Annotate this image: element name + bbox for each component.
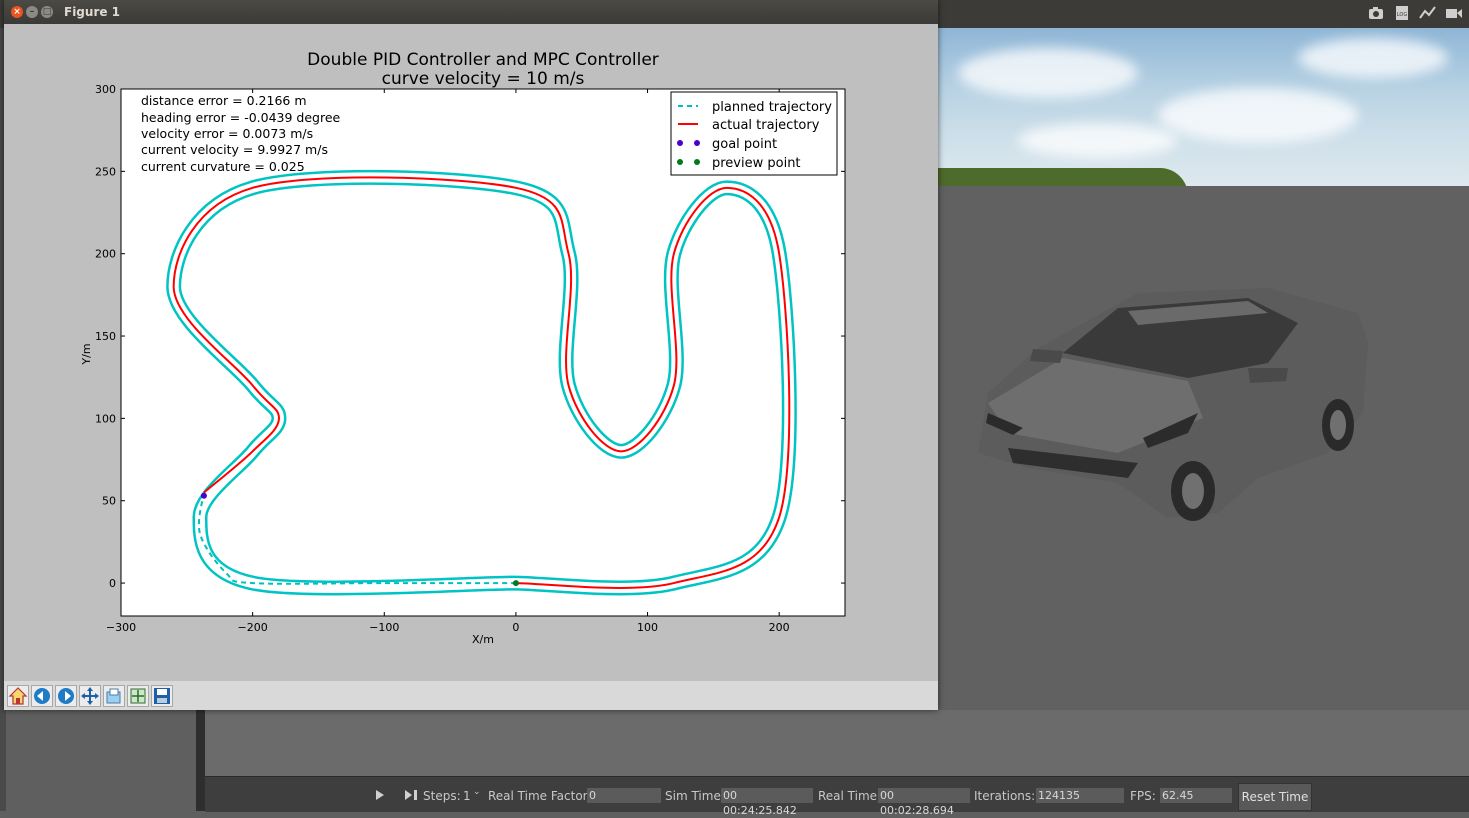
car-model[interactable]	[968, 253, 1378, 523]
x-tick-label: 100	[637, 621, 658, 634]
goal-point-marker	[200, 492, 207, 499]
iterations-label: Iterations:	[974, 789, 1036, 803]
y-axis-label: Y/m	[80, 343, 93, 365]
minimize-icon[interactable]: –	[26, 6, 38, 18]
legend-goal-label: goal point	[712, 137, 777, 152]
distance-error-text: distance error = 0.2166 m	[141, 93, 307, 108]
legend-actual-label: actual trajectory	[712, 118, 820, 133]
sim-time-label: Sim Time:	[665, 789, 725, 803]
steps-value[interactable]: 1	[463, 789, 471, 803]
play-icon[interactable]	[375, 789, 385, 804]
velocity-error-text: velocity error = 0.0073 m/s	[141, 126, 313, 141]
reset-time-button[interactable]: Reset Time	[1238, 783, 1312, 811]
x-tick-label: 0	[512, 621, 519, 634]
legend-goal-dot-2	[694, 140, 700, 146]
close-icon[interactable]: ×	[11, 6, 23, 18]
real-time-field: 00 00:02:28.694	[878, 788, 970, 817]
legend-planned-label: planned trajectory	[712, 100, 832, 115]
legend-preview-label: preview point	[712, 156, 801, 171]
y-tick-label: 100	[95, 412, 116, 425]
pan-icon[interactable]	[79, 685, 101, 707]
legend-preview-dot-1	[677, 159, 683, 165]
y-tick-label: 0	[109, 577, 116, 590]
fps-field: 62.45	[1160, 788, 1232, 803]
maximize-icon[interactable]: □	[41, 6, 53, 18]
y-tick-label: 200	[95, 248, 116, 261]
rtf-field: 0	[587, 788, 661, 803]
y-tick-label: 50	[102, 495, 116, 508]
window-title: Figure 1	[64, 5, 121, 19]
home-icon[interactable]	[7, 685, 29, 707]
steps-label: Steps:	[423, 789, 461, 803]
current-curvature-text: current curvature = 0.025	[141, 159, 305, 174]
rtf-label: Real Time Factor:	[488, 789, 592, 803]
svg-text:LOG: LOG	[1397, 12, 1408, 18]
fps-label: FPS:	[1130, 789, 1156, 803]
plot-canvas[interactable]: Double PID Controller and MPC Controller…	[4, 24, 938, 681]
plot-title-line2: curve velocity = 10 m/s	[382, 69, 585, 89]
configure-subplots-icon[interactable]	[127, 685, 149, 707]
iterations-field: 124135	[1036, 788, 1124, 803]
x-tick-label: −100	[369, 621, 399, 634]
gazebo-viewport-lower	[205, 710, 1469, 776]
log-icon[interactable]: LOG	[1393, 4, 1411, 22]
camera-icon[interactable]	[1367, 4, 1385, 22]
y-tick-label: 250	[95, 165, 116, 178]
current-velocity-text: current velocity = 9.9927 m/s	[141, 142, 328, 157]
real-time-label: Real Time:	[818, 789, 882, 803]
legend: planned trajectory actual trajectory goa…	[670, 91, 838, 176]
y-tick-label: 300	[95, 83, 116, 96]
y-tick-label: 150	[95, 330, 116, 343]
x-axis-label: X/m	[472, 633, 494, 646]
figure-window: × – □ Figure 1 Double PID Controller and…	[4, 0, 938, 710]
sim-time-field: 00 00:24:25.842	[721, 788, 813, 817]
gazebo-toolbar: LOG	[1367, 4, 1463, 22]
gazebo-status-bar: Steps: 1 ⌄ Real Time Factor: 0 Sim Time:…	[205, 776, 1469, 817]
preview-point-marker	[512, 580, 519, 587]
x-tick-label: −300	[106, 621, 136, 634]
chevron-down-icon[interactable]: ⌄	[473, 787, 481, 797]
gazebo-3d-viewport[interactable]	[938, 28, 1469, 775]
back-arrow-icon[interactable]	[31, 685, 53, 707]
legend-goal-dot-1	[677, 140, 683, 146]
sky	[938, 28, 1469, 188]
panel-splitter[interactable]	[196, 710, 205, 811]
x-tick-label: −200	[238, 621, 268, 634]
video-icon[interactable]	[1445, 4, 1463, 22]
save-icon[interactable]	[151, 685, 173, 707]
plot-title-line1: Double PID Controller and MPC Controller	[307, 50, 659, 70]
forward-arrow-icon[interactable]	[55, 685, 77, 707]
step-icon[interactable]	[404, 789, 418, 804]
heading-error-text: heading error = -0.0439 degree	[141, 110, 341, 125]
plot-icon[interactable]	[1419, 4, 1437, 22]
window-titlebar[interactable]: × – □ Figure 1	[4, 0, 938, 24]
matplotlib-toolbar	[4, 681, 938, 710]
legend-preview-dot-2	[694, 159, 700, 165]
x-tick-label: 200	[769, 621, 790, 634]
zoom-icon[interactable]	[103, 685, 125, 707]
